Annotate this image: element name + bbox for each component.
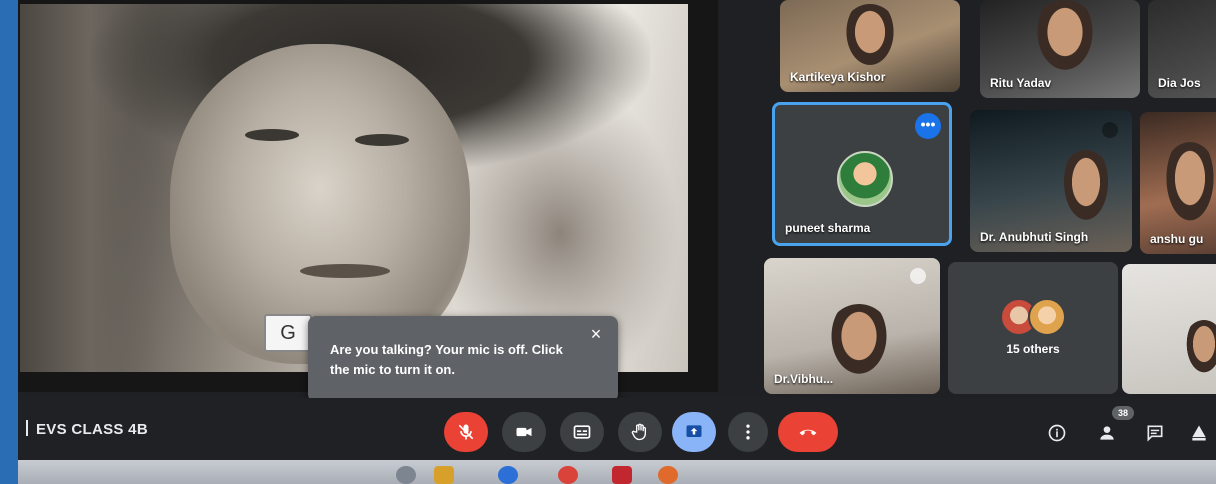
captions-button[interactable] xyxy=(560,412,604,452)
participant-name: Dia Jos xyxy=(1158,76,1201,90)
leave-call-button[interactable] xyxy=(778,412,838,452)
participant-tile-active[interactable]: ••• puneet sharma xyxy=(772,102,952,246)
avatar xyxy=(1028,298,1066,336)
others-count-label: 15 others xyxy=(1006,342,1060,356)
chrome-browser-icon[interactable] xyxy=(558,466,578,484)
hang-up-icon xyxy=(799,429,817,436)
others-tile[interactable]: 15 others xyxy=(948,262,1118,394)
avatar xyxy=(837,151,893,207)
participant-tile[interactable]: Dia Jos xyxy=(1148,0,1216,98)
participant-name: anshu gu xyxy=(1150,232,1204,246)
meet-window: G Kartikeya Kishor Ritu Yadav Dia Jos ••… xyxy=(18,0,1216,484)
participant-name: Dr.Vibhu... xyxy=(774,372,834,386)
meeting-title-container: EVS CLASS 4B xyxy=(26,420,148,438)
bottom-control-bar: EVS CLASS 4B 38 xyxy=(18,398,1216,460)
close-icon[interactable]: × xyxy=(586,324,606,344)
participant-tile[interactable] xyxy=(1122,264,1216,394)
participant-video xyxy=(1182,320,1216,380)
camera-icon xyxy=(516,427,532,437)
app-icon[interactable] xyxy=(658,466,678,484)
edge-browser-icon[interactable] xyxy=(498,466,518,484)
folder-icon[interactable] xyxy=(434,466,454,484)
camera-toggle-button[interactable] xyxy=(502,412,546,452)
mic-off-tooltip: Are you talking? Your mic is off. Click … xyxy=(308,316,618,412)
participant-video xyxy=(1160,142,1216,232)
chat-icon xyxy=(1147,425,1163,442)
mic-muted-icon xyxy=(1102,122,1118,138)
participant-video xyxy=(824,304,894,384)
photo-eye-left xyxy=(245,129,299,141)
meeting-title: EVS CLASS 4B xyxy=(36,421,148,438)
more-vert-icon xyxy=(746,424,750,440)
participant-tile[interactable]: Kartikeya Kishor xyxy=(780,0,960,92)
participant-tile[interactable]: Dr. Anubhuti Singh xyxy=(970,110,1132,252)
meeting-info-button[interactable] xyxy=(1046,422,1068,444)
more-options-button[interactable] xyxy=(728,412,768,452)
people-count-badge: 38 xyxy=(1112,406,1134,420)
captions-icon xyxy=(573,425,591,439)
app-icon[interactable] xyxy=(612,466,632,484)
caption-fragment: G xyxy=(264,314,312,352)
participant-video xyxy=(1030,0,1100,80)
participant-name: Ritu Yadav xyxy=(990,76,1052,90)
tile-more-options-button[interactable]: ••• xyxy=(915,113,941,139)
participant-video xyxy=(1058,150,1114,230)
participant-video xyxy=(840,4,900,74)
participant-tile[interactable]: anshu gu xyxy=(1140,112,1216,254)
search-icon[interactable] xyxy=(396,466,416,484)
activities-button[interactable] xyxy=(1188,422,1210,444)
photo-mouth xyxy=(300,264,390,278)
present-screen-icon xyxy=(686,425,702,437)
title-divider xyxy=(26,420,28,436)
info-icon xyxy=(1048,424,1066,442)
mic-toggle-button[interactable] xyxy=(444,412,488,452)
raise-hand-button[interactable] xyxy=(618,412,662,452)
participant-tile[interactable]: Dr.Vibhu... xyxy=(764,258,940,394)
participant-name: puneet sharma xyxy=(785,221,871,235)
present-screen-button[interactable] xyxy=(672,412,716,452)
participant-name: Dr. Anubhuti Singh xyxy=(980,230,1089,244)
participant-name: Kartikeya Kishor xyxy=(790,70,886,84)
people-button[interactable] xyxy=(1096,422,1118,444)
mic-off-icon xyxy=(458,424,474,440)
people-icon xyxy=(1100,426,1114,440)
participant-tile[interactable]: Ritu Yadav xyxy=(980,0,1140,98)
activities-icon xyxy=(1192,425,1206,441)
photo-eye-right xyxy=(355,134,409,146)
mic-muted-icon xyxy=(910,268,926,284)
tooltip-message: Are you talking? Your mic is off. Click … xyxy=(330,342,563,377)
os-taskbar xyxy=(18,460,1216,484)
raise-hand-icon xyxy=(631,423,646,441)
chat-button[interactable] xyxy=(1144,422,1166,444)
